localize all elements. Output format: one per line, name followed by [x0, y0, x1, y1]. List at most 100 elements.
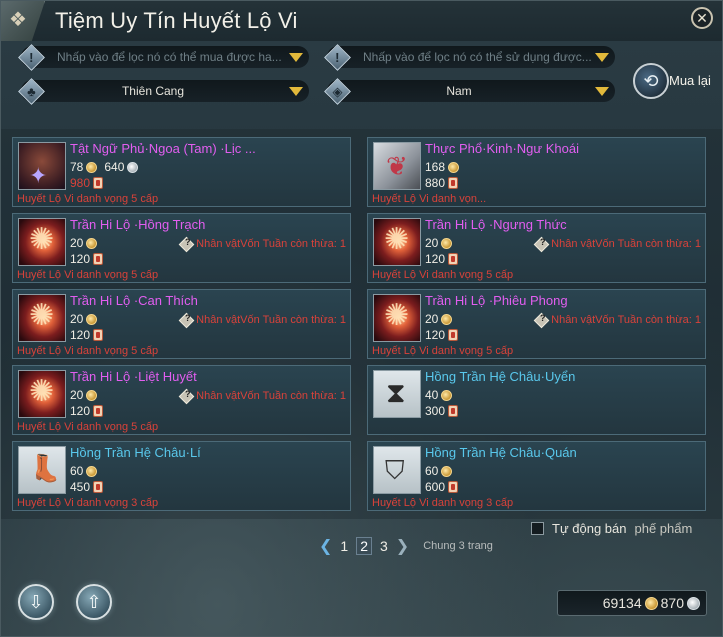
buyback-button-label[interactable]: Mua lại [669, 73, 711, 88]
page-3-link[interactable]: 3 [380, 538, 388, 554]
item-weekly-limit: Nhân vậtVốn Tuần còn thừa: 1 [533, 312, 701, 328]
auto-sell-option[interactable]: Tự động bán phế phẩm [531, 521, 692, 536]
item-limit-text: Nhân vậtVốn Tuần còn thừa: 1 [196, 238, 346, 250]
hi-lo-icon[interactable] [18, 370, 66, 418]
info-icon[interactable] [178, 388, 195, 404]
gold-coin-icon [86, 465, 98, 477]
gender-select[interactable]: ◈ Nam [323, 77, 615, 105]
shop-item-card[interactable]: Hồng Trần Hệ Châu·Lí 60 450 Huyết Lộ Vi dan… [12, 441, 351, 511]
reputation-token-icon [448, 177, 459, 189]
cap-icon[interactable] [373, 446, 421, 494]
gold-coin-icon [441, 237, 453, 249]
item-limit-text: Nhân vậtVốn Tuần còn thừa: 1 [551, 238, 701, 250]
gold-coin-icon [441, 389, 453, 401]
item-token-price: 120 [70, 404, 91, 418]
item-token-row: 120 [70, 404, 104, 418]
item-token-price: 300 [425, 404, 446, 418]
item-price-row: 78 640 [70, 160, 139, 174]
shop-item-card[interactable]: Trần Hi Lộ ·Can Thích 20 120 Nhân vậtVốn Tu… [12, 289, 351, 359]
item-silver-price: 640 [104, 160, 125, 174]
item-price-row: 60 [70, 464, 98, 478]
next-page-icon[interactable]: ❯ [396, 536, 409, 556]
pouch-icon[interactable] [373, 370, 421, 418]
item-token-row: 120 [425, 328, 459, 342]
wallet-silver-value: 870 [660, 595, 684, 611]
shop-item-card[interactable]: Trần Hi Lộ ·Phiêu Phong 20 120 Nhân vậtVốn … [367, 289, 706, 359]
item-gold-price: 20 [425, 236, 439, 250]
item-requirement: Huyết Lộ Vi danh vọng 5 cấp [17, 345, 159, 357]
item-gold-price: 20 [70, 312, 84, 326]
info-icon[interactable] [533, 236, 550, 252]
armor-icon[interactable] [18, 142, 66, 190]
window-title: Tiệm Uy Tín Huyết Lộ Vi [55, 8, 298, 33]
item-gold-price: 60 [70, 464, 84, 478]
item-limit-text: Nhân vậtVốn Tuần còn thừa: 1 [551, 314, 701, 326]
faction-value: Thiên Cang [121, 84, 185, 98]
gold-coin-icon [441, 465, 453, 477]
shop-item-card[interactable]: Trần Hi Lộ ·Ngưng Thức 20 120 Nhân vậtVốn T… [367, 213, 706, 283]
info-icon[interactable] [178, 236, 195, 252]
silver-coin-icon [127, 161, 139, 173]
item-token-price: 120 [425, 252, 446, 266]
shop-item-card[interactable]: Hồng Trần Hệ Châu·Quán 60 600 Huyết Lộ Vi d… [367, 441, 706, 511]
item-gold-price: 168 [425, 160, 446, 174]
item-requirement: Huyết Lộ Vi danh vọng 5 cấp [17, 421, 159, 433]
auto-sell-checkbox[interactable] [531, 522, 544, 535]
alert-icon: ! [323, 43, 351, 71]
faction-select[interactable]: ♣ Thiên Cang [17, 77, 309, 105]
info-icon[interactable] [178, 312, 195, 328]
item-requirement: Huyết Lộ Vi danh vọng 5 cấp [372, 269, 514, 281]
filter-toggle-icon[interactable]: ⇧ [76, 584, 112, 620]
shop-item-card[interactable]: Thực Phổ·Kinh·Ngư Khoái 168 880 Huyết Lộ Vi… [367, 137, 706, 207]
reputation-token-icon [93, 177, 104, 189]
book-icon[interactable] [373, 142, 421, 190]
info-icon[interactable] [533, 312, 550, 328]
chevron-down-icon [595, 87, 609, 96]
item-price-row: 20 [70, 236, 98, 250]
shop-item-card[interactable]: Trần Hi Lộ ·Liệt Huyết 20 120 Nhân vậtVốn T… [12, 365, 351, 435]
shop-emblem-icon: ❖ [1, 1, 45, 41]
close-button[interactable]: ✕ [691, 7, 713, 29]
chevron-down-icon [289, 53, 303, 62]
boot-icon[interactable] [18, 446, 66, 494]
item-gold-price: 20 [425, 312, 439, 326]
use-filter-dropdown[interactable]: ! Nhấp vào để lọc nó có thể sử dụng được… [323, 43, 615, 71]
item-price-row: 40 [425, 388, 453, 402]
shop-item-card[interactable]: Trần Hi Lộ ·Hồng Trạch 20 120 Nhân vậtVốn T… [12, 213, 351, 283]
item-token-price: 120 [70, 328, 91, 342]
reputation-token-icon [93, 329, 104, 341]
item-weekly-limit: Nhân vậtVốn Tuần còn thừa: 1 [178, 388, 346, 404]
item-token-row: 450 [70, 480, 104, 494]
page-1-link[interactable]: 1 [340, 538, 348, 554]
gold-coin-icon [86, 161, 98, 173]
page-2-link[interactable]: 2 [356, 537, 372, 555]
shop-item-card[interactable]: Tật Ngữ Phủ·Ngoa (Tam) ·Lịc ... 78 640 980 H… [12, 137, 351, 207]
shop-item-card[interactable]: Hồng Trần Hệ Châu·Uyển 40 300 [367, 365, 706, 435]
reputation-token-icon [448, 329, 459, 341]
chevron-down-icon [595, 53, 609, 62]
alert-icon: ! [17, 43, 45, 71]
prev-page-icon[interactable]: ❮ [319, 536, 332, 556]
item-gold-price: 60 [425, 464, 439, 478]
hi-lo-icon[interactable] [373, 218, 421, 266]
buy-filter-dropdown[interactable]: ! Nhấp vào để lọc nó có thể mua được ha.… [17, 43, 309, 71]
gold-coin-icon [441, 313, 453, 325]
item-name: Trần Hi Lộ ·Ngưng Thức [425, 217, 567, 232]
sort-icon[interactable]: ⇩ [18, 584, 54, 620]
gold-coin-icon [86, 313, 98, 325]
hi-lo-icon[interactable] [18, 218, 66, 266]
total-pages-label: Chung 3 trang [423, 540, 493, 552]
reputation-token-icon [93, 405, 104, 417]
buy-filter-placeholder: Nhấp vào để lọc nó có thể mua được ha... [57, 50, 282, 64]
auto-sell-hint: phế phẩm [634, 521, 693, 536]
reputation-token-icon [448, 405, 459, 417]
hi-lo-icon[interactable] [18, 294, 66, 342]
title-bar: ❖ Tiệm Uy Tín Huyết Lộ Vi ✕ [1, 1, 722, 41]
buyback-icon[interactable]: ⟲ [633, 63, 669, 99]
hi-lo-icon[interactable] [373, 294, 421, 342]
wallet-balance: 69134 870 [557, 590, 707, 616]
reputation-token-icon [448, 253, 459, 265]
wallet-gold-value: 69134 [602, 595, 642, 611]
item-name: Trần Hi Lộ ·Can Thích [70, 293, 198, 308]
item-name: Hồng Trần Hệ Châu·Uyển [425, 369, 576, 384]
